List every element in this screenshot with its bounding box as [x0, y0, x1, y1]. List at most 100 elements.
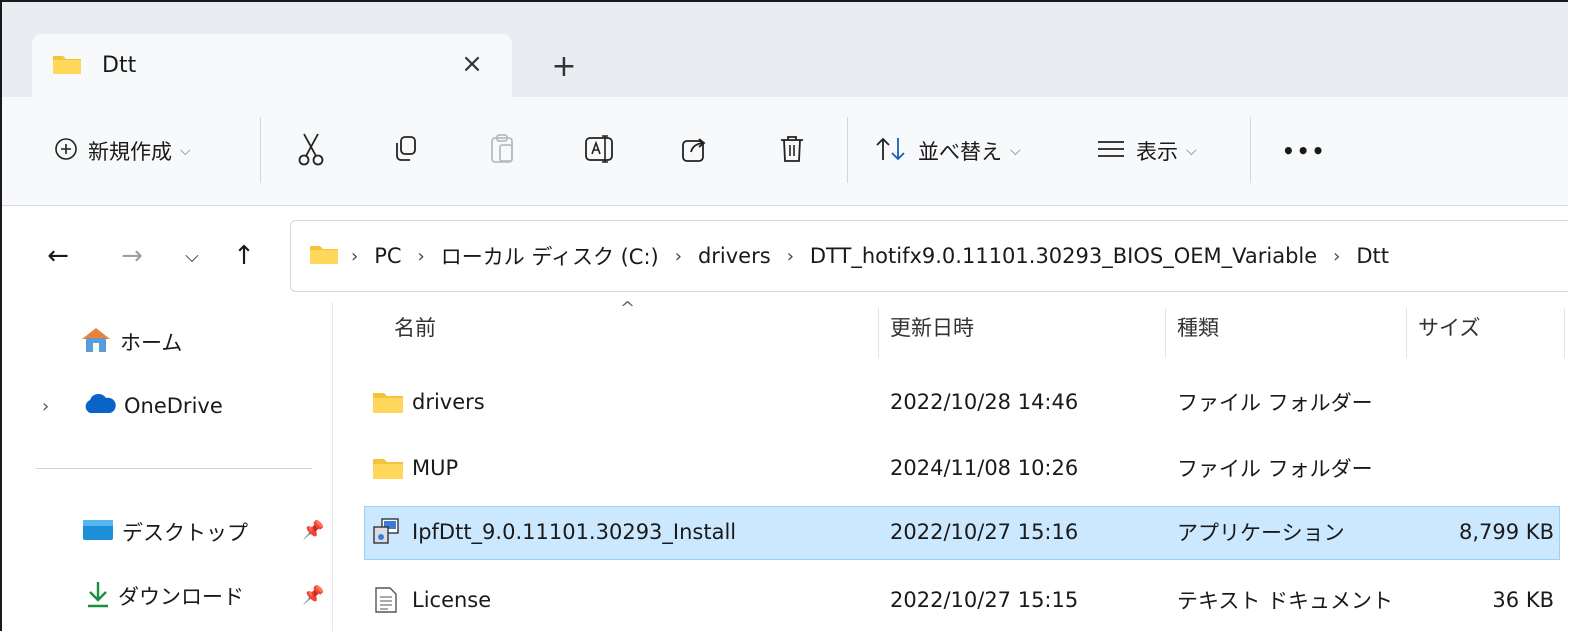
file-size — [1404, 442, 1554, 494]
sidebar-item-downloads[interactable]: ダウンロード — [86, 570, 244, 622]
toolbar-divider — [260, 117, 261, 183]
file-row-installer[interactable]: IpfDtt_9.0.11101.30293_Install 2022/10/2… — [364, 506, 1560, 560]
new-tab-button[interactable]: + — [542, 44, 586, 88]
close-tab-button[interactable]: × — [452, 44, 492, 84]
up-arrow-icon[interactable]: ↑ — [224, 234, 264, 278]
file-size: 36 KB — [1492, 588, 1554, 612]
command-bar: 新規作成 ⌵ 並べ替え ⌵ 表示 ⌵ ••• — [2, 97, 1568, 206]
file-type: テキスト ドキュメント — [1177, 589, 1394, 613]
download-arrow-icon — [86, 580, 110, 612]
rename-icon — [584, 134, 618, 168]
file-row-drivers[interactable]: drivers 2022/10/28 14:46 ファイル フォルダー — [364, 376, 1560, 428]
pin-icon[interactable]: 📌 — [302, 585, 324, 606]
sort-arrows-icon — [874, 136, 908, 166]
folder-icon — [372, 442, 404, 494]
toolbar-divider — [847, 117, 848, 183]
breadcrumb-drivers[interactable]: drivers — [698, 244, 771, 268]
trash-icon — [778, 133, 806, 169]
file-type: ファイル フォルダー — [1177, 391, 1373, 415]
share-button[interactable] — [680, 97, 710, 205]
folder-icon — [372, 376, 404, 428]
column-divider[interactable] — [1564, 308, 1565, 358]
scissors-icon — [296, 132, 326, 170]
view-button-label: 表示 — [1136, 140, 1178, 164]
breadcrumb-pc[interactable]: PC — [374, 244, 401, 268]
file-size — [1404, 376, 1554, 428]
sidebar-divider — [36, 468, 312, 469]
file-type: ファイル フォルダー — [1177, 457, 1373, 481]
file-name: drivers — [412, 390, 485, 414]
tab-dtt[interactable]: Dtt × — [32, 34, 512, 97]
view-button[interactable]: 表示 ⌵ — [1096, 97, 1197, 205]
desktop-icon — [82, 518, 114, 546]
file-name: IpfDtt_9.0.11101.30293_Install — [412, 520, 737, 544]
plus-circle-icon — [54, 137, 78, 165]
file-size: 8,799 KB — [1459, 520, 1554, 544]
tab-title: Dtt — [102, 53, 137, 78]
paste-button[interactable] — [489, 97, 517, 205]
sidebar-item-home[interactable]: ホーム — [80, 316, 182, 368]
folder-icon — [52, 53, 82, 79]
sort-button-label: 並べ替え — [918, 140, 1002, 164]
chevron-down-icon: ⌵ — [1010, 143, 1021, 159]
file-modified: 2022/10/27 15:15 — [890, 588, 1079, 612]
sidebar-item-label: OneDrive — [124, 394, 223, 418]
more-options-button[interactable]: ••• — [1282, 97, 1326, 205]
column-header-type[interactable]: 種類 — [1177, 312, 1219, 342]
sidebar-item-desktop[interactable]: デスクトップ — [82, 506, 248, 558]
column-divider[interactable] — [878, 308, 879, 358]
sidebar-item-onedrive[interactable]: › OneDrive — [42, 380, 223, 432]
column-divider[interactable] — [1406, 308, 1407, 358]
sidebar-item-label: ホーム — [120, 331, 183, 355]
toolbar-divider — [1250, 117, 1251, 183]
file-type: アプリケーション — [1177, 521, 1345, 545]
breadcrumb-local-disk[interactable]: ローカル ディスク (C:) — [441, 241, 659, 271]
breadcrumb-chevron-icon: › — [351, 245, 359, 267]
breadcrumb-dtt-hotfix[interactable]: DTT_hotifx9.0.11101.30293_BIOS_OEM_Varia… — [810, 244, 1317, 268]
pane-divider — [332, 302, 333, 631]
breadcrumb-chevron-icon: › — [786, 245, 794, 267]
share-icon — [680, 134, 710, 168]
breadcrumb-chevron-icon: › — [1333, 245, 1341, 267]
file-row-mup[interactable]: MUP 2024/11/08 10:26 ファイル フォルダー — [364, 442, 1560, 494]
chevron-down-icon: ⌵ — [1186, 143, 1197, 159]
breadcrumb-chevron-icon: › — [417, 245, 425, 267]
column-header-size[interactable]: サイズ — [1418, 312, 1480, 342]
file-modified: 2024/11/08 10:26 — [890, 456, 1079, 480]
copy-icon — [392, 134, 420, 168]
pin-icon[interactable]: 📌 — [302, 520, 324, 541]
sidebar-item-label: ダウンロード — [118, 585, 244, 609]
file-row-license[interactable]: License 2022/10/27 15:15 テキスト ドキュメント 36 … — [364, 574, 1560, 626]
tab-bar: Dtt × + — [2, 2, 1568, 97]
recent-locations-chevron-icon[interactable]: ⌵ — [172, 234, 212, 278]
file-explorer-window: Dtt × + 新規作成 ⌵ 並べ替え ⌵ 表示 ⌵ ••• ← → ⌵ ↑ ›… — [0, 0, 1568, 631]
column-header-name[interactable]: 名前 — [394, 312, 436, 342]
rename-button[interactable] — [584, 97, 618, 205]
expand-chevron-icon[interactable]: › — [42, 396, 68, 417]
sort-button[interactable]: 並べ替え ⌵ — [874, 97, 1021, 205]
forward-arrow-icon[interactable]: → — [112, 234, 152, 278]
delete-button[interactable] — [778, 97, 806, 205]
new-button-label: 新規作成 — [88, 140, 172, 164]
view-lines-icon — [1096, 138, 1126, 164]
breadcrumb-dtt[interactable]: Dtt — [1356, 244, 1389, 268]
column-header-modified[interactable]: 更新日時 — [890, 312, 974, 342]
copy-button[interactable] — [392, 97, 420, 205]
file-modified: 2022/10/27 15:16 — [890, 520, 1079, 544]
new-button[interactable]: 新規作成 ⌵ — [54, 97, 191, 205]
cut-button[interactable] — [296, 97, 326, 205]
clipboard-icon — [489, 133, 517, 169]
installer-app-icon — [372, 506, 402, 558]
file-name: License — [412, 588, 492, 612]
address-bar[interactable]: › PC › ローカル ディスク (C:) › drivers › DTT_ho… — [290, 220, 1568, 292]
chevron-down-icon: ⌵ — [180, 143, 191, 159]
file-modified: 2022/10/28 14:46 — [890, 390, 1079, 414]
back-arrow-icon[interactable]: ← — [38, 234, 78, 278]
sort-ascending-icon: ^ — [620, 298, 636, 319]
column-divider[interactable] — [1165, 308, 1166, 358]
file-name: MUP — [412, 456, 459, 480]
folder-icon — [309, 243, 339, 269]
breadcrumb-chevron-icon: › — [674, 245, 682, 267]
onedrive-cloud-icon — [82, 393, 116, 419]
text-document-icon — [374, 574, 398, 626]
